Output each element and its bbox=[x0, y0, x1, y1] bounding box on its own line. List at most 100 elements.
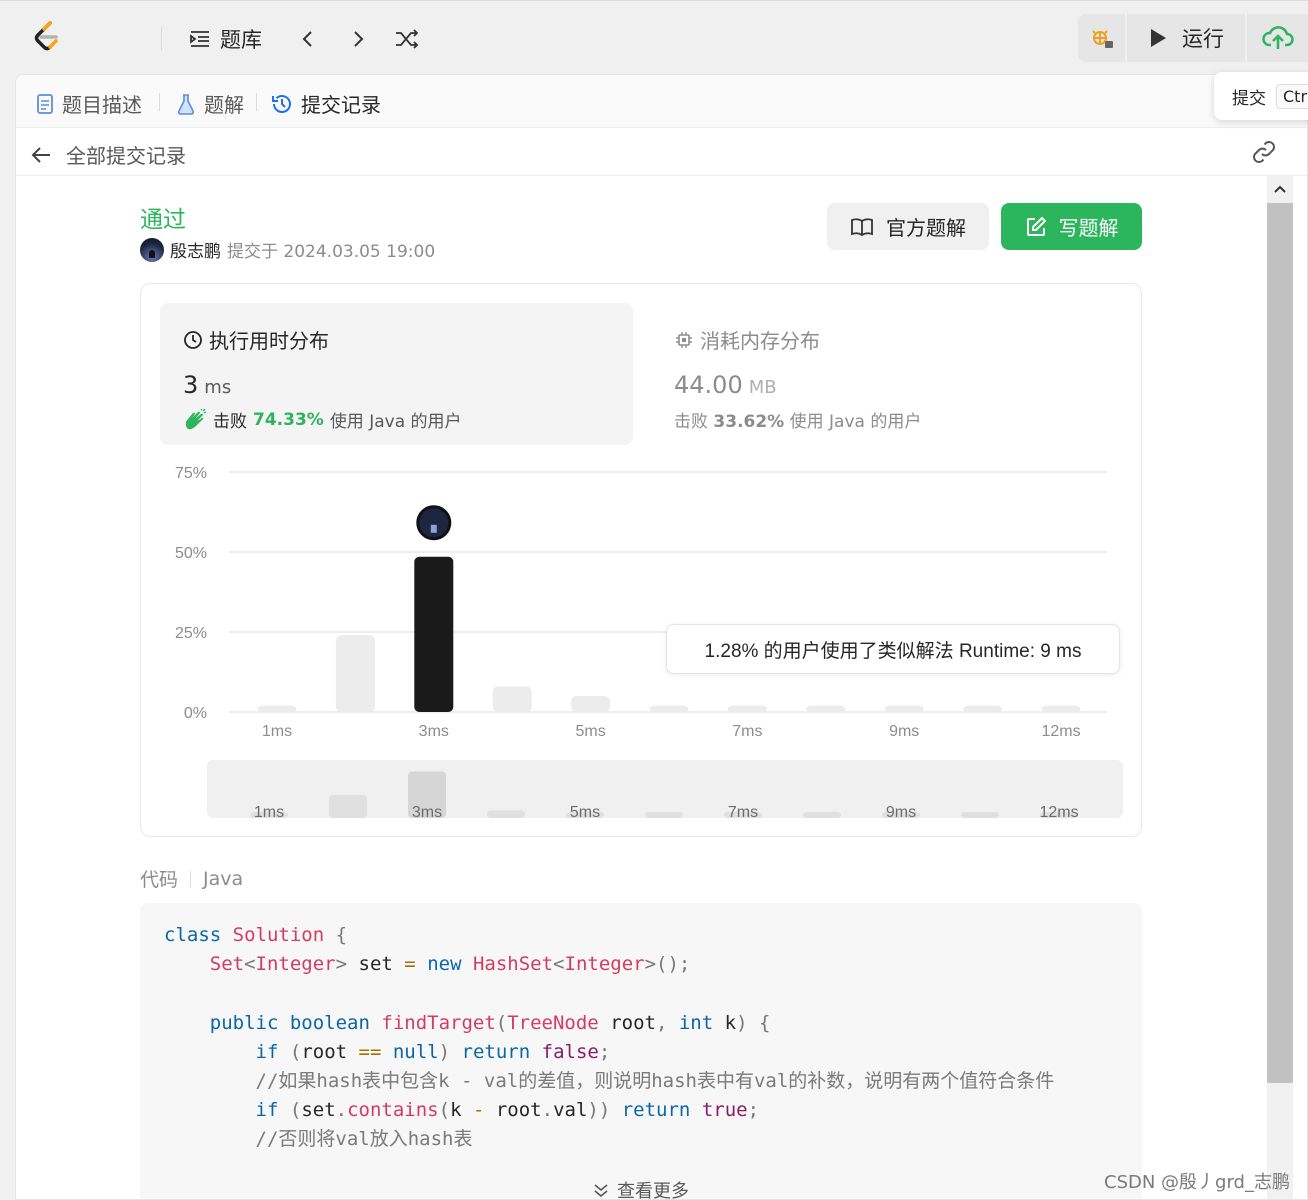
clapping-hands-icon bbox=[185, 408, 207, 429]
write-solution-label: 写题解 bbox=[1058, 216, 1119, 240]
chevron-up-icon bbox=[1274, 185, 1286, 193]
runtime-beat-prefix: 击败 bbox=[213, 412, 247, 432]
overview-tick-label: 5ms bbox=[570, 804, 600, 821]
run-label: 运行 bbox=[1182, 27, 1224, 51]
submission-status: 通过 bbox=[140, 207, 186, 233]
submission-subheader: 全部提交记录 bbox=[16, 128, 1307, 176]
memory-beat: 击败 33.62% 使用 Java 的用户 bbox=[674, 407, 921, 432]
tab-label: 提交记录 bbox=[301, 93, 381, 117]
submission-author-row: 殷志鹏 提交于 2024.03.05 19:00 bbox=[140, 237, 435, 262]
watermark: CSDN @殷丿grd_志鹏 bbox=[1104, 1172, 1290, 1193]
code-content: class Solution { Set<Integer> set = new … bbox=[164, 924, 1055, 1151]
chart-bar bbox=[649, 705, 689, 712]
memory-title-text: 消耗内存分布 bbox=[700, 329, 820, 353]
chart-bar bbox=[884, 705, 924, 712]
problem-bank-button[interactable]: 题库 bbox=[188, 23, 262, 55]
chart-bar bbox=[335, 635, 375, 712]
y-tick-label: 75% bbox=[175, 465, 207, 482]
submit-shortcut-popover: 提交 Ctrl bbox=[1214, 72, 1308, 120]
x-tick-label: 7ms bbox=[732, 723, 762, 740]
y-tick-label: 0% bbox=[184, 705, 207, 722]
overview-tick-label: 12ms bbox=[1039, 804, 1078, 821]
overview-bar bbox=[645, 812, 683, 818]
x-tick-label: 3ms bbox=[419, 723, 449, 740]
memory-title[interactable]: 消耗内存分布 bbox=[674, 325, 820, 354]
double-chevron-down-icon bbox=[594, 1183, 608, 1197]
divider bbox=[161, 27, 162, 51]
chart-bar bbox=[806, 705, 846, 712]
avatar[interactable] bbox=[140, 237, 164, 262]
flask-icon bbox=[177, 93, 195, 115]
overview-tick-label: 7ms bbox=[728, 804, 758, 821]
tab-label: 题解 bbox=[204, 93, 244, 117]
back-to-all-submissions[interactable]: 全部提交记录 bbox=[30, 140, 186, 169]
vertical-scrollbar[interactable] bbox=[1267, 176, 1293, 1199]
link-icon[interactable] bbox=[1251, 140, 1277, 164]
tab-description[interactable]: 题目描述 bbox=[36, 89, 142, 118]
x-tick-label: 1ms bbox=[262, 723, 292, 740]
next-problem-button[interactable] bbox=[342, 23, 374, 55]
user-avatar-figure bbox=[430, 524, 437, 533]
x-tick-label: 9ms bbox=[889, 723, 919, 740]
submit-shortcut-key: Ctrl bbox=[1276, 83, 1308, 109]
memory-beat-suffix: 使用 Java 的用户 bbox=[789, 412, 922, 432]
memory-beat-prefix: 击败 bbox=[674, 412, 708, 432]
overview-tick-label: 9ms bbox=[886, 804, 916, 821]
runtime-number: 3 bbox=[183, 371, 199, 399]
code-language: Java bbox=[203, 867, 244, 890]
chevron-left-icon bbox=[302, 31, 312, 47]
overview-bar bbox=[961, 812, 999, 818]
memory-beat-percent: 33.62% bbox=[713, 412, 785, 432]
user-avatar-marker bbox=[416, 505, 452, 541]
chart-bar bbox=[257, 705, 297, 712]
runtime-beat: 击败 74.33% 使用 Java 的用户 bbox=[183, 407, 462, 432]
write-solution-button[interactable]: 写题解 bbox=[1001, 203, 1142, 250]
clock-icon bbox=[184, 330, 202, 349]
divider bbox=[190, 870, 192, 887]
top-toolbar: 题库 运行 bbox=[0, 0, 1308, 74]
code-block[interactable]: class Solution { Set<Integer> set = new … bbox=[140, 903, 1142, 1200]
scroll-up-arrow[interactable] bbox=[1267, 176, 1293, 202]
divider bbox=[256, 93, 257, 111]
code-label: 代码 bbox=[140, 869, 179, 891]
chart-bar bbox=[1041, 705, 1081, 712]
x-tick-label: 5ms bbox=[575, 723, 605, 740]
overview-bar bbox=[329, 794, 367, 818]
code-label-row: 代码 Java bbox=[140, 865, 243, 892]
overview-bar bbox=[803, 812, 841, 818]
y-tick-label: 25% bbox=[175, 625, 207, 642]
tab-bar: 题目描述 题解 提交记录 bbox=[16, 75, 1307, 128]
show-more-button[interactable]: 查看更多 bbox=[140, 1166, 1142, 1200]
runtime-stat-box[interactable]: 执行用时分布 3 ms 击败 74.33% 使用 Java 的用户 bbox=[160, 303, 633, 445]
debug-button[interactable] bbox=[1078, 14, 1125, 62]
history-icon bbox=[272, 94, 291, 113]
memory-number: 44.00 bbox=[674, 371, 743, 399]
problem-bank-label: 题库 bbox=[220, 28, 262, 52]
tab-solutions[interactable]: 题解 bbox=[176, 89, 244, 118]
divider bbox=[159, 93, 160, 111]
overview-bar bbox=[487, 810, 525, 818]
memory-unit: MB bbox=[748, 377, 777, 398]
show-more-label: 查看更多 bbox=[617, 1180, 689, 1200]
tab-label: 题目描述 bbox=[62, 93, 142, 117]
prev-problem-button[interactable] bbox=[292, 23, 324, 55]
submit-popover-label: 提交 bbox=[1232, 88, 1266, 109]
shuffle-icon bbox=[396, 29, 419, 49]
tab-submissions[interactable]: 提交记录 bbox=[271, 89, 381, 118]
author-name[interactable]: 殷志鹏 bbox=[170, 237, 221, 262]
submit-button[interactable] bbox=[1247, 14, 1308, 62]
runtime-beat-suffix: 使用 Java 的用户 bbox=[329, 412, 462, 432]
random-problem-button[interactable] bbox=[391, 23, 423, 55]
submission-panel: 题目描述 题解 提交记录 全部提交记录 通过 殷志鹏 提交于 2024.03.0… bbox=[15, 74, 1308, 1200]
official-solution-button[interactable]: 官方题解 bbox=[827, 203, 989, 250]
chip-icon bbox=[676, 331, 692, 348]
leetcode-logo[interactable] bbox=[30, 19, 66, 55]
submission-time: 提交于 2024.03.05 19:00 bbox=[227, 242, 436, 262]
scrollbar-thumb[interactable] bbox=[1267, 203, 1293, 1083]
chart-bar bbox=[963, 705, 1003, 712]
cloud-upload-icon bbox=[1261, 26, 1294, 49]
overview-tick-label: 1ms bbox=[254, 804, 284, 821]
y-tick-label: 50% bbox=[175, 545, 207, 562]
run-button[interactable]: 运行 bbox=[1127, 14, 1245, 62]
edit-icon bbox=[1026, 216, 1046, 236]
